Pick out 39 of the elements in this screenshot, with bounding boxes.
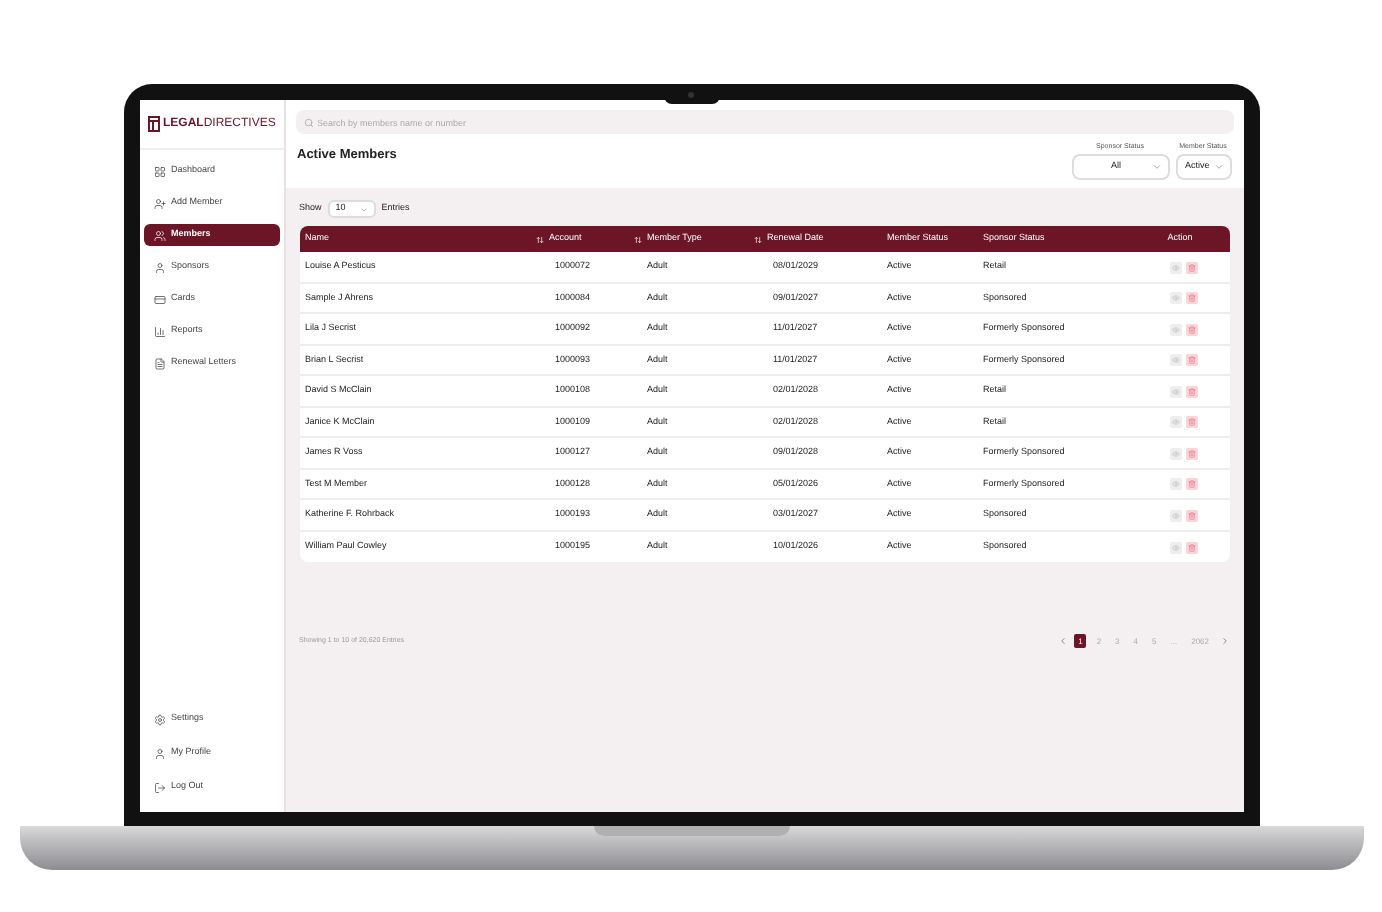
document-icon <box>153 357 165 369</box>
previous-page-icon[interactable] <box>1058 636 1069 647</box>
add-user-icon <box>153 197 165 209</box>
view-button[interactable] <box>1169 478 1181 490</box>
delete-button[interactable] <box>1185 478 1197 490</box>
sort-icon[interactable] <box>753 235 761 244</box>
view-button[interactable] <box>1169 261 1181 273</box>
delete-button[interactable] <box>1185 447 1197 459</box>
delete-button[interactable] <box>1185 354 1197 366</box>
sort-icon[interactable] <box>633 235 641 244</box>
delete-button[interactable] <box>1185 261 1197 273</box>
view-button[interactable] <box>1169 323 1181 335</box>
settings-icon <box>153 713 165 725</box>
view-button[interactable] <box>1169 447 1181 459</box>
sort-icon[interactable] <box>535 235 543 244</box>
logo-icon <box>147 116 159 132</box>
user-icon <box>153 261 165 273</box>
delete-button[interactable] <box>1185 416 1197 428</box>
chart-icon <box>153 325 165 337</box>
card-icon <box>153 293 165 305</box>
view-button[interactable] <box>1169 354 1181 366</box>
next-page-icon[interactable] <box>1219 636 1229 647</box>
chevron-down-icon <box>1151 162 1161 173</box>
dashboard-icon <box>153 165 165 177</box>
user-icon <box>153 747 165 759</box>
view-button[interactable] <box>1169 385 1181 397</box>
view-button[interactable] <box>1169 509 1181 521</box>
search-icon <box>303 117 313 127</box>
users-icon <box>153 229 165 241</box>
view-button[interactable] <box>1169 541 1181 553</box>
view-button[interactable] <box>1169 416 1181 428</box>
delete-button[interactable] <box>1185 385 1197 397</box>
logout-icon <box>153 781 165 793</box>
delete-button[interactable] <box>1185 292 1197 304</box>
delete-button[interactable] <box>1185 509 1197 521</box>
delete-button[interactable] <box>1185 323 1197 335</box>
delete-button[interactable] <box>1185 541 1197 553</box>
chevron-down-icon <box>1213 162 1223 173</box>
view-button[interactable] <box>1169 292 1181 304</box>
